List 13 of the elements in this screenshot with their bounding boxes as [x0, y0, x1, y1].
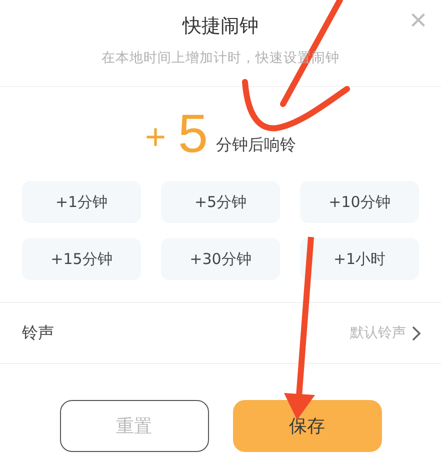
ringtone-label: 铃声	[22, 322, 54, 344]
minutes-value: 5	[178, 107, 208, 161]
preset-button[interactable]: +10分钟	[300, 181, 419, 223]
save-button[interactable]: 保存	[232, 400, 382, 452]
preset-button[interactable]: +15分钟	[22, 238, 141, 280]
plus-sign: +	[144, 117, 166, 157]
chevron-right-icon	[412, 326, 421, 340]
minutes-caption: 分钟后响铃	[216, 134, 296, 156]
preset-button[interactable]: +1小时	[300, 238, 419, 280]
preset-button[interactable]: +30分钟	[161, 238, 280, 280]
preset-button[interactable]: +1分钟	[22, 181, 141, 223]
dialog-title: 快捷闹钟	[182, 14, 258, 39]
preset-button[interactable]: +5分钟	[161, 181, 280, 223]
